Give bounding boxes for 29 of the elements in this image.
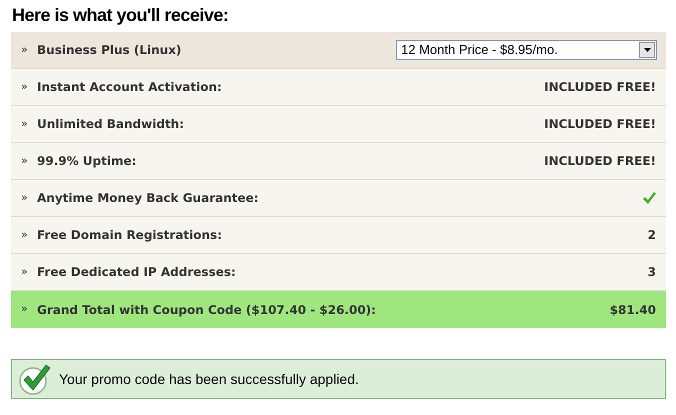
message-text: Your promo code has been successfully applied. — [59, 370, 359, 389]
caret-icon — [644, 48, 650, 52]
row-value: 2 — [648, 227, 656, 244]
bullet-text: » — [21, 264, 29, 280]
bullet-text: » — [21, 190, 29, 206]
check-circle-icon — [18, 363, 52, 395]
price-select[interactable]: 12 Month Price - $8.95/mo. — [396, 40, 657, 60]
bullet-text: » — [21, 116, 29, 132]
row-value: 3 — [648, 264, 656, 281]
row-label: Unlimited Bandwidth: — [37, 116, 184, 133]
select-value: 12 Month Price - $8.95/mo. — [401, 41, 558, 60]
row-value: INCLUDED FREE! — [544, 153, 656, 170]
row-label: Grand Total with Coupon Code ($107.40 - $26.00): — [37, 302, 376, 318]
row-label: Free Domain Registrations: — [37, 227, 222, 244]
row-label: Instant Account Activation: — [37, 79, 222, 96]
row-label: Anytime Money Back Guarantee: — [37, 190, 259, 207]
row-value: INCLUDED FREE! — [544, 79, 656, 96]
row-label: Business Plus (Linux) — [37, 42, 182, 59]
bullet-text: » — [21, 226, 29, 243]
row-label: 99.9% Uptime: — [37, 153, 136, 170]
row-value: INCLUDED FREE! — [544, 116, 656, 133]
bullet-text: » — [21, 152, 29, 169]
bullet-text: » — [21, 78, 29, 95]
bullet-text: » — [21, 301, 29, 318]
dropdown-button[interactable] — [639, 42, 655, 58]
row-value: $81.40 — [610, 302, 656, 318]
row-label: Free Dedicated IP Addresses: — [37, 264, 236, 281]
page-heading: Here is what you'll receive: — [11, 4, 230, 27]
bullet-text: » — [21, 42, 29, 58]
